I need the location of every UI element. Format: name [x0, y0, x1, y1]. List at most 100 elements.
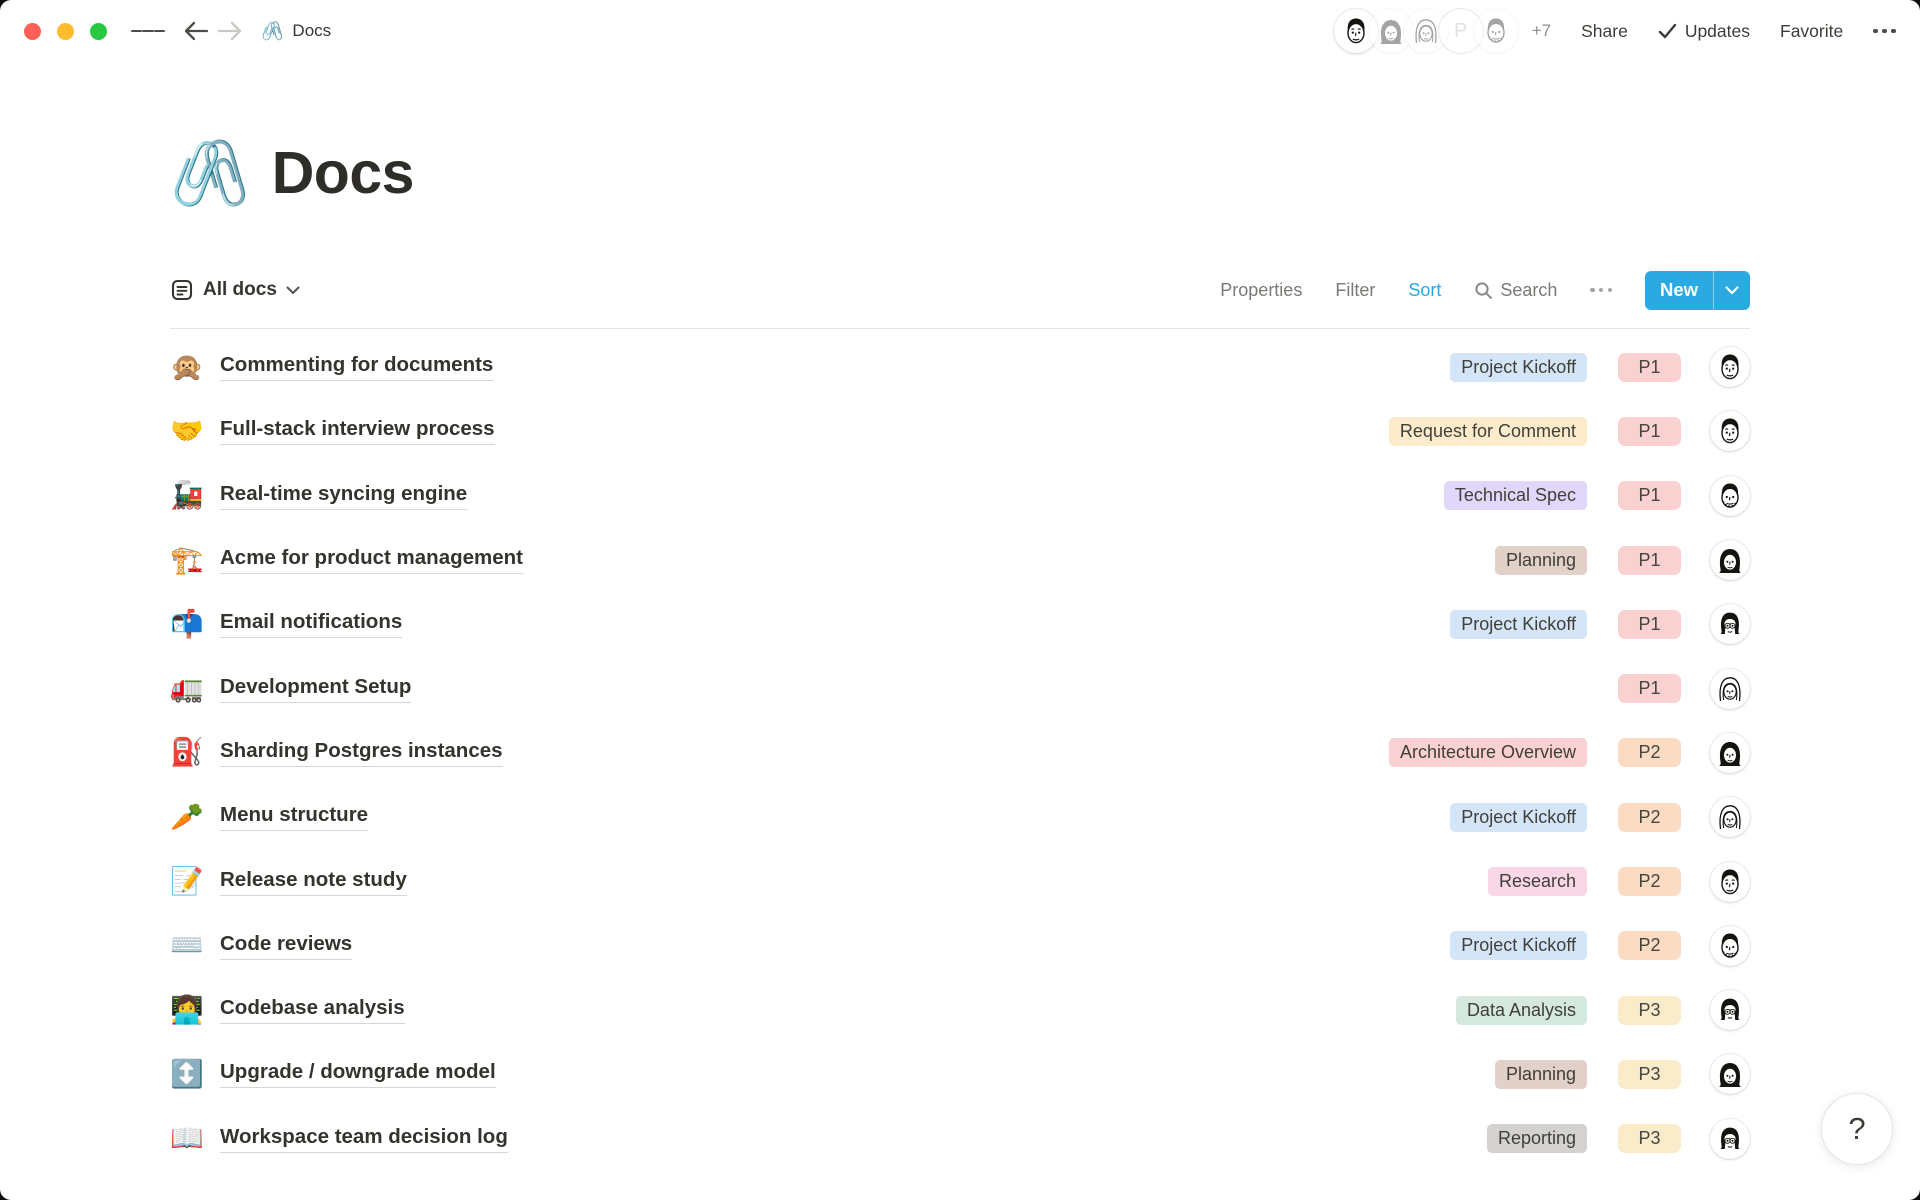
doc-priority-badge[interactable]: P3 — [1618, 996, 1681, 1025]
breadcrumb[interactable]: 🖇️ Docs — [261, 21, 331, 42]
doc-tag-badge[interactable]: Project Kickoff — [1450, 353, 1587, 382]
view-more-icon[interactable] — [1590, 288, 1612, 292]
new-doc-dropdown[interactable] — [1713, 271, 1750, 310]
doc-tag-badge[interactable]: Project Kickoff — [1450, 610, 1587, 639]
assignee-avatar[interactable] — [1710, 1054, 1750, 1094]
doc-priority-badge[interactable]: P2 — [1618, 803, 1681, 832]
doc-priority-badge[interactable]: P1 — [1618, 417, 1681, 446]
assignee-avatar[interactable] — [1710, 540, 1750, 580]
doc-row[interactable]: 👩‍💻 Codebase analysis Data Analysis P3 — [170, 978, 1750, 1042]
doc-title-link[interactable]: Sharding Postgres instances — [220, 739, 503, 767]
doc-icon: 🙊 — [170, 354, 220, 381]
check-icon — [1658, 23, 1677, 39]
doc-row[interactable]: 🚛 Development Setup P1 — [170, 656, 1750, 720]
doc-row[interactable]: ⌨️ Code reviews Project Kickoff P2 — [170, 914, 1750, 978]
doc-priority-badge[interactable]: P1 — [1618, 481, 1681, 510]
doc-priority-badge[interactable]: P1 — [1618, 610, 1681, 639]
doc-row[interactable]: 📝 Release note study Research P2 — [170, 849, 1750, 913]
doc-priority-badge[interactable]: P1 — [1618, 674, 1681, 703]
doc-title-link[interactable]: Upgrade / downgrade model — [220, 1060, 496, 1088]
doc-tag-badge[interactable]: Planning — [1495, 546, 1587, 575]
doc-tag-badge[interactable]: Reporting — [1487, 1124, 1587, 1153]
doc-title-link[interactable]: Codebase analysis — [220, 996, 405, 1024]
sort-button[interactable]: Sort — [1408, 280, 1441, 301]
doc-tag-badge[interactable]: Architecture Overview — [1389, 738, 1587, 767]
share-button[interactable]: Share — [1581, 21, 1628, 42]
doc-row[interactable]: 📬 Email notifications Project Kickoff P1 — [170, 592, 1750, 656]
doc-title-link[interactable]: Code reviews — [220, 932, 352, 960]
doc-row[interactable]: 🙊 Commenting for documents Project Kicko… — [170, 335, 1750, 399]
doc-tag-badge[interactable]: Request for Comment — [1389, 417, 1587, 446]
doc-priority-badge[interactable]: P2 — [1618, 931, 1681, 960]
properties-button[interactable]: Properties — [1220, 280, 1302, 301]
doc-tag-badge[interactable]: Planning — [1495, 1060, 1587, 1089]
doc-icon: ⌨️ — [170, 932, 220, 959]
more-options-icon[interactable] — [1873, 29, 1896, 34]
doc-title-link[interactable]: Release note study — [220, 868, 407, 896]
assignee-avatar[interactable] — [1710, 669, 1750, 709]
window-controls — [24, 23, 107, 40]
doc-priority-badge[interactable]: P3 — [1618, 1124, 1681, 1153]
doc-priority-badge[interactable]: P3 — [1618, 1060, 1681, 1089]
collaborator-avatars[interactable]: P — [1334, 9, 1518, 53]
close-window-button[interactable] — [24, 23, 41, 40]
view-switcher[interactable]: All docs — [170, 278, 300, 302]
new-doc-button[interactable]: New — [1645, 271, 1750, 310]
assignee-avatar[interactable] — [1710, 733, 1750, 773]
doc-row[interactable]: ⛽ Sharding Postgres instances Architectu… — [170, 721, 1750, 785]
doc-title-link[interactable]: Workspace team decision log — [220, 1125, 508, 1153]
assignee-avatar[interactable] — [1710, 411, 1750, 451]
sidebar-menu-icon[interactable] — [131, 14, 165, 48]
doc-title-link[interactable]: Menu structure — [220, 803, 368, 831]
collaborator-avatar[interactable] — [1474, 9, 1518, 53]
chevron-down-icon — [1725, 286, 1739, 295]
topbar: 🖇️ Docs P +7 Share Updates Favorite — [0, 0, 1920, 62]
doc-title-link[interactable]: Acme for product management — [220, 546, 523, 574]
view-toolbar: All docs Properties Filter Sort Search N… — [170, 270, 1750, 310]
search-button[interactable]: Search — [1474, 280, 1557, 301]
doc-icon: 📬 — [170, 611, 220, 638]
doc-title-link[interactable]: Real-time syncing engine — [220, 482, 467, 510]
zoom-window-button[interactable] — [90, 23, 107, 40]
doc-priority-badge[interactable]: P2 — [1618, 738, 1681, 767]
doc-priority-badge[interactable]: P1 — [1618, 353, 1681, 382]
new-doc-label[interactable]: New — [1645, 271, 1713, 310]
assignee-avatar[interactable] — [1710, 1119, 1750, 1159]
page-icon-paperclip-emoji[interactable]: 🖇️ — [170, 141, 250, 205]
doc-priority-badge[interactable]: P1 — [1618, 546, 1681, 575]
help-button[interactable]: ? — [1821, 1093, 1893, 1165]
doc-title-link[interactable]: Email notifications — [220, 610, 402, 638]
doc-title-link[interactable]: Development Setup — [220, 675, 411, 703]
favorite-button[interactable]: Favorite — [1780, 21, 1843, 42]
updates-button[interactable]: Updates — [1658, 21, 1750, 42]
doc-icon: 🚛 — [170, 675, 220, 702]
doc-row[interactable]: 🤝 Full-stack interview process Request f… — [170, 399, 1750, 463]
assignee-avatar[interactable] — [1710, 347, 1750, 387]
assignee-avatar[interactable] — [1710, 926, 1750, 966]
back-icon[interactable] — [179, 14, 213, 48]
doc-tag-badge[interactable]: Project Kickoff — [1450, 931, 1587, 960]
doc-title-link[interactable]: Full-stack interview process — [220, 417, 495, 445]
doc-title-link[interactable]: Commenting for documents — [220, 353, 493, 381]
forward-icon[interactable] — [213, 14, 247, 48]
doc-row[interactable]: 🥕 Menu structure Project Kickoff P2 — [170, 785, 1750, 849]
doc-row[interactable]: ↕️ Upgrade / downgrade model Planning P3 — [170, 1042, 1750, 1106]
assignee-avatar[interactable] — [1710, 862, 1750, 902]
assignee-avatar[interactable] — [1710, 476, 1750, 516]
doc-priority-badge[interactable]: P2 — [1618, 867, 1681, 896]
doc-tag-badge[interactable]: Project Kickoff — [1450, 803, 1587, 832]
assignee-avatar[interactable] — [1710, 604, 1750, 644]
doc-tag-badge[interactable]: Data Analysis — [1456, 996, 1587, 1025]
filter-button[interactable]: Filter — [1335, 280, 1375, 301]
minimize-window-button[interactable] — [57, 23, 74, 40]
assignee-avatar[interactable] — [1710, 797, 1750, 837]
doc-row[interactable]: 🏗️ Acme for product management Planning … — [170, 528, 1750, 592]
assignee-avatar[interactable] — [1710, 990, 1750, 1030]
doc-row[interactable]: 🚂 Real-time syncing engine Technical Spe… — [170, 464, 1750, 528]
app-window: 🖇️ Docs P +7 Share Updates Favorite 🖇️ D… — [0, 0, 1920, 1200]
doc-icon: 👩‍💻 — [170, 997, 220, 1024]
doc-tag-badge[interactable]: Research — [1488, 867, 1587, 896]
doc-tag-badge[interactable]: Technical Spec — [1444, 481, 1587, 510]
doc-row[interactable]: 📖 Workspace team decision log Reporting … — [170, 1107, 1750, 1171]
doc-list: 🙊 Commenting for documents Project Kicko… — [170, 329, 1750, 1171]
